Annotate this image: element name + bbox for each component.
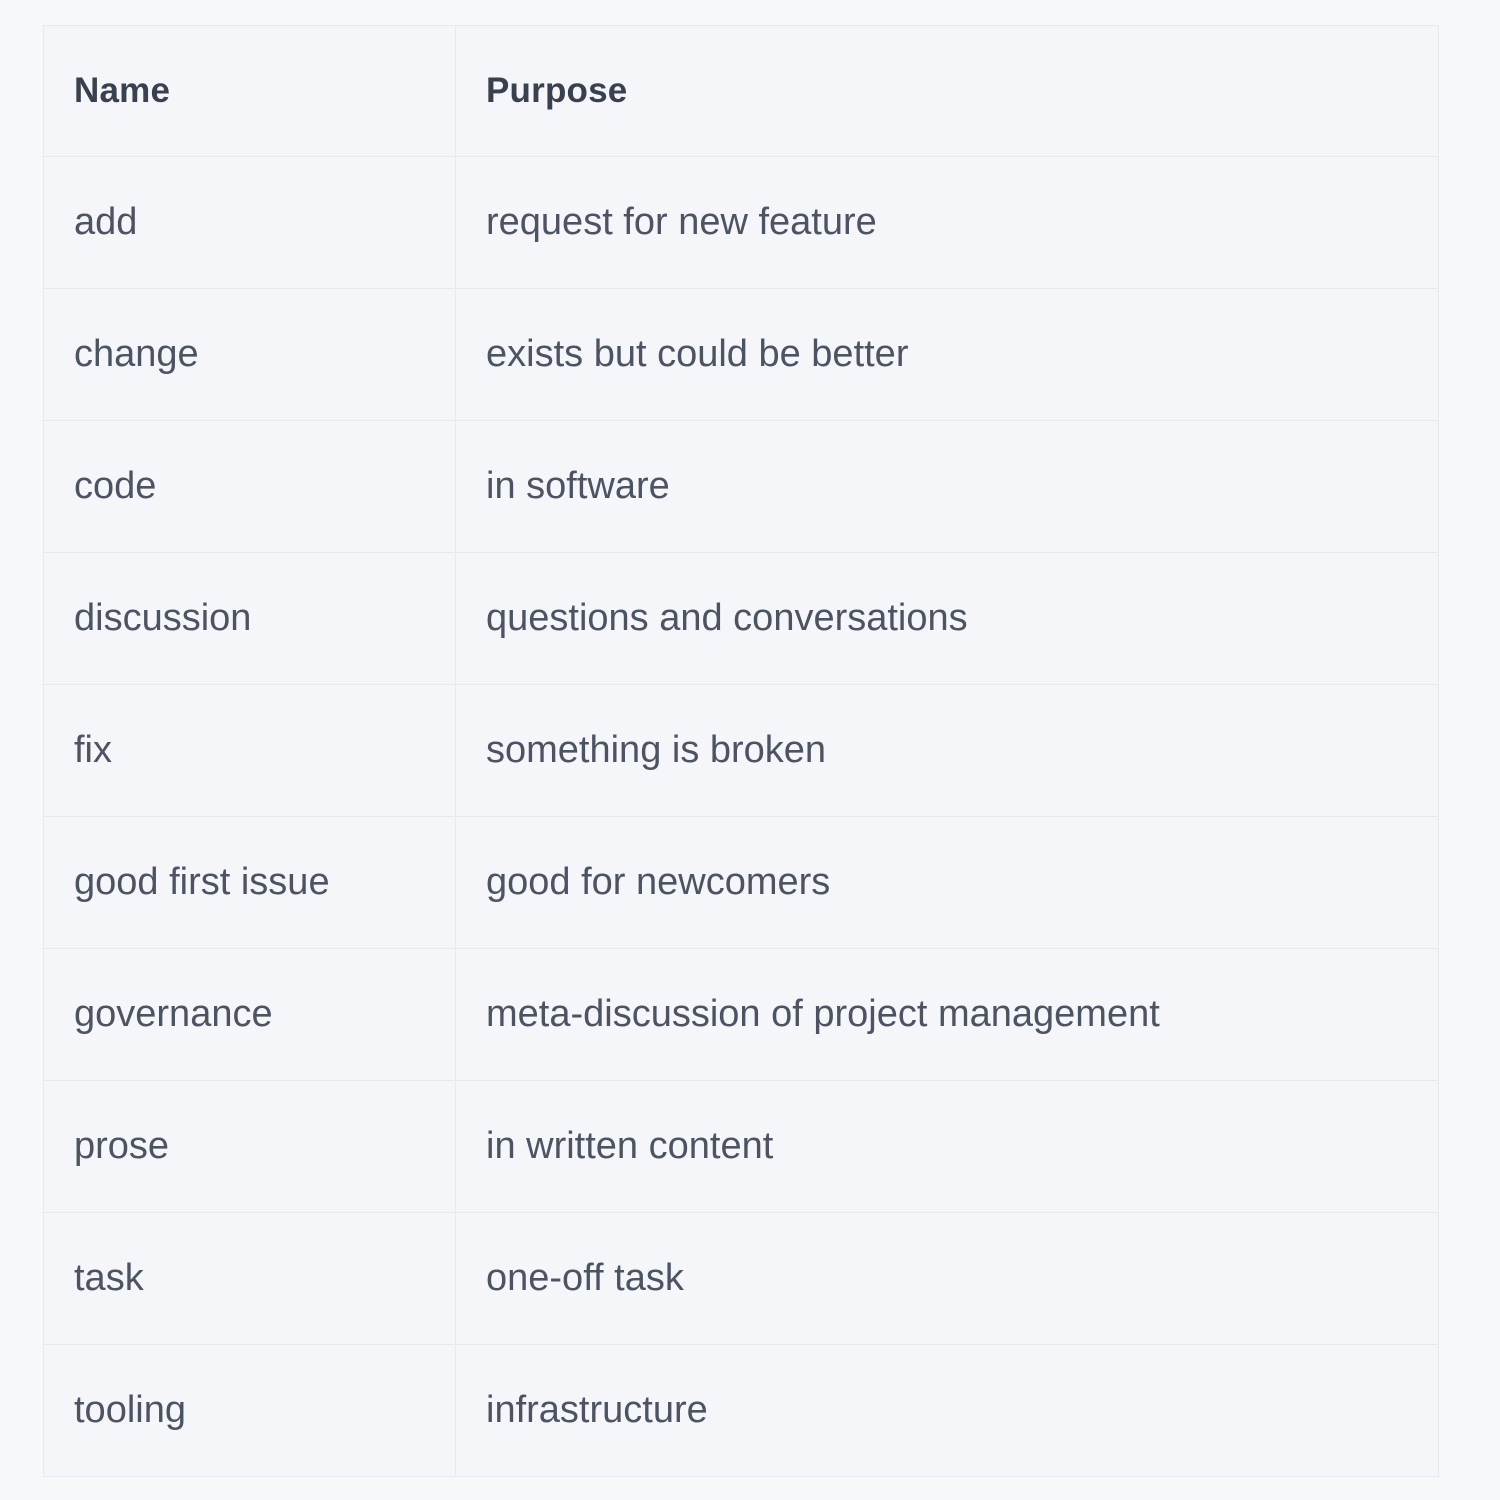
column-header-purpose: Purpose [455,25,1439,157]
table-header-row: Name Purpose [43,25,1439,157]
table-row: tooling infrastructure [43,1344,1439,1477]
cell-purpose: questions and conversations [455,552,1439,685]
table-row: prose in written content [43,1080,1439,1213]
label-reference-table: Name Purpose add request for new feature… [43,25,1439,1477]
cell-name: add [43,156,456,289]
table-row: good first issue good for newcomers [43,816,1439,949]
cell-name: governance [43,948,456,1081]
cell-name: change [43,288,456,421]
reference-table-container: Name Purpose add request for new feature… [43,25,1439,1477]
cell-name: task [43,1212,456,1345]
table-row: governance meta-discussion of project ma… [43,948,1439,1081]
cell-name: fix [43,684,456,817]
column-header-name: Name [43,25,456,157]
table-body: add request for new feature change exist… [43,156,1439,1477]
cell-name: tooling [43,1344,456,1477]
page-root: Name Purpose add request for new feature… [0,0,1500,1500]
table-row: task one-off task [43,1212,1439,1345]
cell-name: code [43,420,456,553]
cell-purpose: in software [455,420,1439,553]
table-row: add request for new feature [43,156,1439,289]
cell-purpose: good for newcomers [455,816,1439,949]
table-row: change exists but could be better [43,288,1439,421]
cell-purpose: request for new feature [455,156,1439,289]
table-row: discussion questions and conversations [43,552,1439,685]
cell-name: good first issue [43,816,456,949]
table-row: fix something is broken [43,684,1439,817]
cell-name: prose [43,1080,456,1213]
table-header: Name Purpose [43,25,1439,157]
cell-purpose: infrastructure [455,1344,1439,1477]
cell-name: discussion [43,552,456,685]
cell-purpose: meta-discussion of project management [455,948,1439,1081]
cell-purpose: in written content [455,1080,1439,1213]
cell-purpose: one-off task [455,1212,1439,1345]
cell-purpose: exists but could be better [455,288,1439,421]
cell-purpose: something is broken [455,684,1439,817]
table-row: code in software [43,420,1439,553]
